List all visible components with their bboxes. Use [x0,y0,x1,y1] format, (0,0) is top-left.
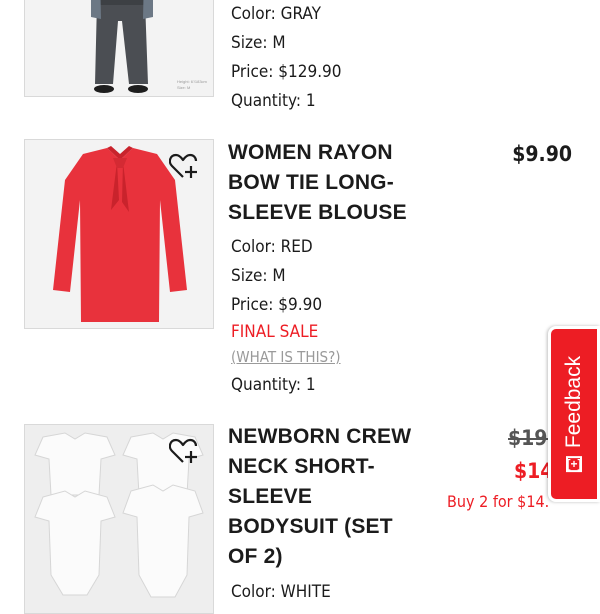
item-total-price: $9.90 [512,142,572,166]
final-sale-label: FINAL SALE [231,322,319,342]
item-quantity: Quantity: 1 [231,91,316,111]
item-size: Size: M [231,266,286,286]
product-image-pants[interactable]: Height: 6'/183cm Size: M [24,0,214,97]
feedback-label: Feedback [562,355,585,449]
feedback-tab[interactable]: [+] Feedback [548,326,600,502]
promo-text: Buy 2 for $14. [447,492,550,511]
product-title[interactable]: WOMEN RAYON BOW TIE LONG-SLEEVE BLOUSE [228,138,428,228]
what-is-this-link[interactable]: (WHAT IS THIS?) [231,347,341,367]
item-color: Color: WHITE [231,582,331,602]
item-color: Color: GRAY [231,4,321,24]
model-info-caption: Height: 6'/183cm Size: M [177,79,207,90]
product-image-blouse[interactable] [24,139,214,329]
item-size: Size: M [231,33,286,53]
wishlist-heart-icon[interactable] [168,437,199,465]
item-price: Price: $9.90 [231,295,323,315]
item-color: Color: RED [231,237,313,257]
product-title[interactable]: NEWBORN CREW NECK SHORT-SLEEVE BODYSUIT … [228,422,418,572]
expand-box-icon: [+] [566,456,582,473]
item-quantity: Quantity: 1 [231,375,316,395]
wishlist-heart-icon[interactable] [168,152,199,180]
product-image-bodysuit[interactable] [24,424,214,614]
item-price: Price: $129.90 [231,62,342,82]
